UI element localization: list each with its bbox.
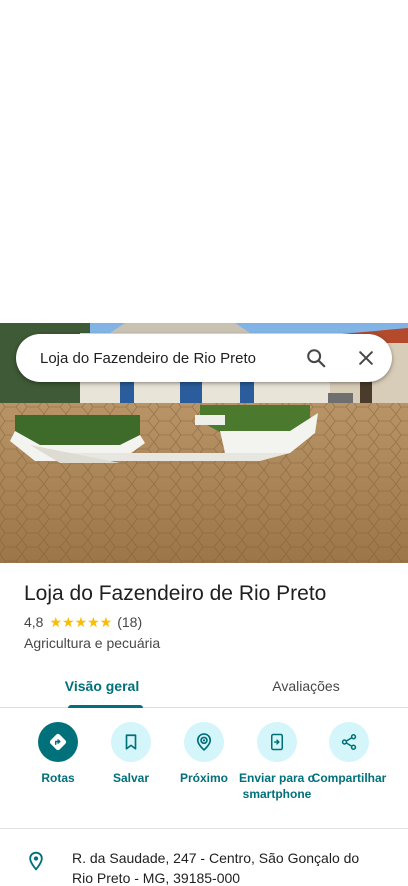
action-buttons: Rotas Salvar Próximo Enviar para o smart… [0, 722, 408, 822]
search-bar[interactable]: Loja do Fazendeiro de Rio Preto [16, 334, 392, 382]
place-tabs: Visão geral Avaliações [0, 664, 408, 708]
tab-reviews-label: Avaliações [272, 677, 340, 694]
directions-icon [38, 722, 78, 762]
bookmark-icon [111, 722, 151, 762]
address-text: R. da Saudade, 247 - Centro, São Gonçalo… [72, 850, 360, 886]
tab-reviews[interactable]: Avaliações [204, 664, 408, 707]
share-button[interactable]: Compartilhar [310, 722, 388, 786]
nearby-button[interactable]: Próximo [165, 722, 243, 786]
divider [0, 828, 408, 829]
place-category: Agricultura e pecuária [24, 635, 161, 651]
rating-stars-icon: ★★★★★ [49, 613, 113, 630]
address-row[interactable]: R. da Saudade, 247 - Centro, São Gonçalo… [0, 848, 408, 886]
share-label: Compartilhar [311, 771, 387, 785]
save-button[interactable]: Salvar [92, 722, 170, 786]
tab-overview[interactable]: Visão geral [0, 664, 204, 708]
nearby-label: Próximo [179, 771, 228, 785]
place-title: Loja do Fazendeiro de Rio Preto [24, 582, 327, 605]
active-tab-indicator [68, 705, 143, 708]
rating-value: 4,8 [24, 614, 44, 630]
tab-overview-label: Visão geral [64, 677, 140, 694]
directions-button[interactable]: Rotas [19, 722, 97, 786]
search-icon[interactable] [296, 338, 336, 378]
save-label: Salvar [112, 771, 150, 785]
review-count: (18) [117, 614, 143, 630]
send-to-phone-label: Enviar para o smartphone [238, 771, 316, 801]
place-info: Loja do Fazendeiro de Rio Preto 4,8 ★★★★… [24, 580, 394, 651]
send-to-phone-icon [257, 722, 297, 762]
close-icon[interactable] [346, 338, 386, 378]
directions-label: Rotas [41, 771, 75, 785]
map-area-blank [0, 0, 408, 323]
nearby-icon [184, 722, 224, 762]
share-icon [329, 722, 369, 762]
send-to-phone-button[interactable]: Enviar para o smartphone [238, 722, 316, 802]
rating-row[interactable]: 4,8 ★★★★★ (18) [24, 612, 394, 632]
location-pin-icon [0, 848, 72, 886]
search-query-text[interactable]: Loja do Fazendeiro de Rio Preto [40, 350, 296, 367]
